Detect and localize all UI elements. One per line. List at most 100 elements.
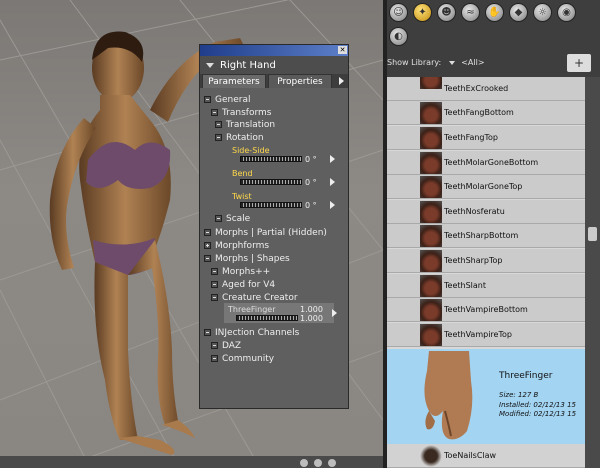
dropdown-arrow-icon[interactable] xyxy=(449,60,456,65)
dial-menu-arrow-icon[interactable] xyxy=(332,309,337,317)
library-panel: ☺ ✦ ☻ ≈ ✋ ◆ ☼ ◉ ◐ Show Library: <All> + T… xyxy=(387,0,600,468)
collapse-icon[interactable] xyxy=(204,329,211,336)
dial-threefinger[interactable] xyxy=(236,315,298,321)
lights-icon[interactable]: ☼ xyxy=(533,3,552,22)
collapse-icon[interactable] xyxy=(211,355,218,362)
selected-item-name: ThreeFinger xyxy=(499,371,553,381)
parameters-window: ✕ Right Hand Parameters Properties Gener… xyxy=(199,44,349,409)
collapse-icon[interactable] xyxy=(211,268,218,275)
item-thumbnail xyxy=(420,299,442,321)
figures-icon[interactable]: ☺ xyxy=(389,3,408,22)
item-thumbnail xyxy=(420,324,442,346)
item-thumbnail xyxy=(420,127,442,149)
dial-label-twist: Twist xyxy=(232,192,252,201)
show-library-filter[interactable]: Show Library: <All> xyxy=(387,58,485,67)
actor-name: Right Hand xyxy=(220,60,276,71)
group-daz[interactable]: DAZ xyxy=(211,341,241,351)
collapse-icon[interactable] xyxy=(211,294,218,301)
list-item[interactable]: TeethMolarGoneTop xyxy=(387,175,585,199)
collapse-icon[interactable] xyxy=(215,121,222,128)
list-item[interactable]: TeethSharpBottom xyxy=(387,224,585,248)
collapse-icon[interactable] xyxy=(215,134,222,141)
item-thumbnail xyxy=(420,201,442,223)
list-item[interactable]: TeethFangBottom xyxy=(387,101,585,125)
tab-parameters[interactable]: Parameters xyxy=(202,74,266,88)
dial-value-threefinger-secondary: 1.000 xyxy=(300,314,323,323)
tab-scroll-arrow-icon[interactable] xyxy=(339,77,344,85)
show-library-label: Show Library: xyxy=(387,58,442,67)
item-thumbnail xyxy=(420,250,442,272)
dial-label-bend: Bend xyxy=(232,169,253,178)
camera-control-1[interactable] xyxy=(300,459,308,467)
collapse-icon[interactable] xyxy=(204,96,211,103)
collapse-icon[interactable] xyxy=(211,109,218,116)
scrollbar-thumb[interactable] xyxy=(588,227,597,241)
props-icon[interactable]: ◆ xyxy=(509,3,528,22)
dial-value-twist[interactable]: 0 ° xyxy=(305,201,317,210)
dial-side-side[interactable] xyxy=(240,156,302,162)
dial-value-side-side[interactable]: 0 ° xyxy=(305,155,317,164)
collapse-icon[interactable] xyxy=(215,215,222,222)
dial-menu-arrow-icon[interactable] xyxy=(330,201,335,209)
hands-icon[interactable]: ✋ xyxy=(485,3,504,22)
expand-icon[interactable] xyxy=(204,242,211,249)
hand-preview-thumbnail xyxy=(424,351,473,440)
collapse-icon[interactable] xyxy=(211,281,218,288)
group-morphs-shapes[interactable]: Morphs | Shapes xyxy=(204,254,290,264)
list-item[interactable]: TeethFangTop xyxy=(387,126,585,150)
collapse-icon[interactable] xyxy=(204,255,211,262)
list-item[interactable]: TeethNosferatu xyxy=(387,200,585,224)
window-titlebar[interactable]: ✕ xyxy=(200,45,348,56)
library-scrollbar[interactable] xyxy=(585,77,600,468)
selected-list-item[interactable]: ThreeFinger Size: 127 B Installed: 02/12… xyxy=(387,349,585,444)
group-injection-channels[interactable]: INJection Channels xyxy=(204,328,299,338)
group-aged-v4[interactable]: Aged for V4 xyxy=(211,280,275,290)
group-community[interactable]: Community xyxy=(211,354,274,364)
group-morphs-plus[interactable]: Morphs++ xyxy=(211,267,270,277)
list-item[interactable]: ToeNailsClaw xyxy=(387,444,585,468)
group-rotation[interactable]: Rotation xyxy=(215,133,264,143)
dial-menu-arrow-icon[interactable] xyxy=(330,155,335,163)
group-morphs-partial[interactable]: Morphs | Partial (Hidden) xyxy=(204,228,327,238)
group-creature-creator[interactable]: Creature Creator xyxy=(211,293,298,303)
cameras-icon[interactable]: ◉ xyxy=(557,3,576,22)
list-item[interactable]: TeethSharpTop xyxy=(387,249,585,273)
add-to-library-button[interactable]: + xyxy=(567,54,591,72)
selected-item-installed: Installed: 02/12/13 15 xyxy=(499,401,576,409)
show-library-value[interactable]: <All> xyxy=(461,58,484,67)
library-item-list: TeethExCrooked TeethFangBottom TeethFang… xyxy=(387,77,585,468)
faces-icon[interactable]: ☻ xyxy=(437,3,456,22)
dial-value-threefinger[interactable]: 1.000 xyxy=(300,305,323,314)
actor-header[interactable]: Right Hand xyxy=(200,56,348,74)
item-thumbnail xyxy=(420,77,442,89)
poses-icon[interactable]: ✦ xyxy=(413,3,432,22)
item-thumbnail xyxy=(420,176,442,198)
group-scale[interactable]: Scale xyxy=(215,214,250,224)
close-icon[interactable]: ✕ xyxy=(338,46,347,54)
group-transforms[interactable]: Transforms xyxy=(211,108,271,118)
list-item[interactable]: TeethSlant xyxy=(387,274,585,298)
list-item[interactable]: TeethExCrooked xyxy=(387,77,585,101)
dial-twist[interactable] xyxy=(240,202,302,208)
tab-properties[interactable]: Properties xyxy=(268,74,332,88)
viewport-controls xyxy=(0,456,383,468)
item-thumbnail xyxy=(420,225,442,247)
dial-bend[interactable] xyxy=(240,179,302,185)
list-item[interactable]: TeethVampireBottom xyxy=(387,298,585,322)
dial-menu-arrow-icon[interactable] xyxy=(330,178,335,186)
materials-icon[interactable]: ◐ xyxy=(389,27,408,46)
list-item[interactable]: TeethVampireTop xyxy=(387,323,585,347)
dial-value-bend[interactable]: 0 ° xyxy=(305,178,317,187)
camera-control-2[interactable] xyxy=(314,459,322,467)
group-translation[interactable]: Translation xyxy=(215,120,275,130)
hair-icon[interactable]: ≈ xyxy=(461,3,480,22)
list-item[interactable]: TeethMolarGoneBottom xyxy=(387,151,585,175)
dial-label-side-side: Side-Side xyxy=(232,146,270,155)
library-category-bar: ☺ ✦ ☻ ≈ ✋ ◆ ☼ ◉ ◐ xyxy=(387,0,600,50)
group-morphforms[interactable]: Morphforms xyxy=(204,241,269,251)
camera-control-3[interactable] xyxy=(328,459,336,467)
selected-item-size: Size: 127 B xyxy=(499,391,539,399)
group-general[interactable]: General xyxy=(204,95,250,105)
collapse-icon[interactable] xyxy=(211,342,218,349)
collapse-icon[interactable] xyxy=(204,229,211,236)
